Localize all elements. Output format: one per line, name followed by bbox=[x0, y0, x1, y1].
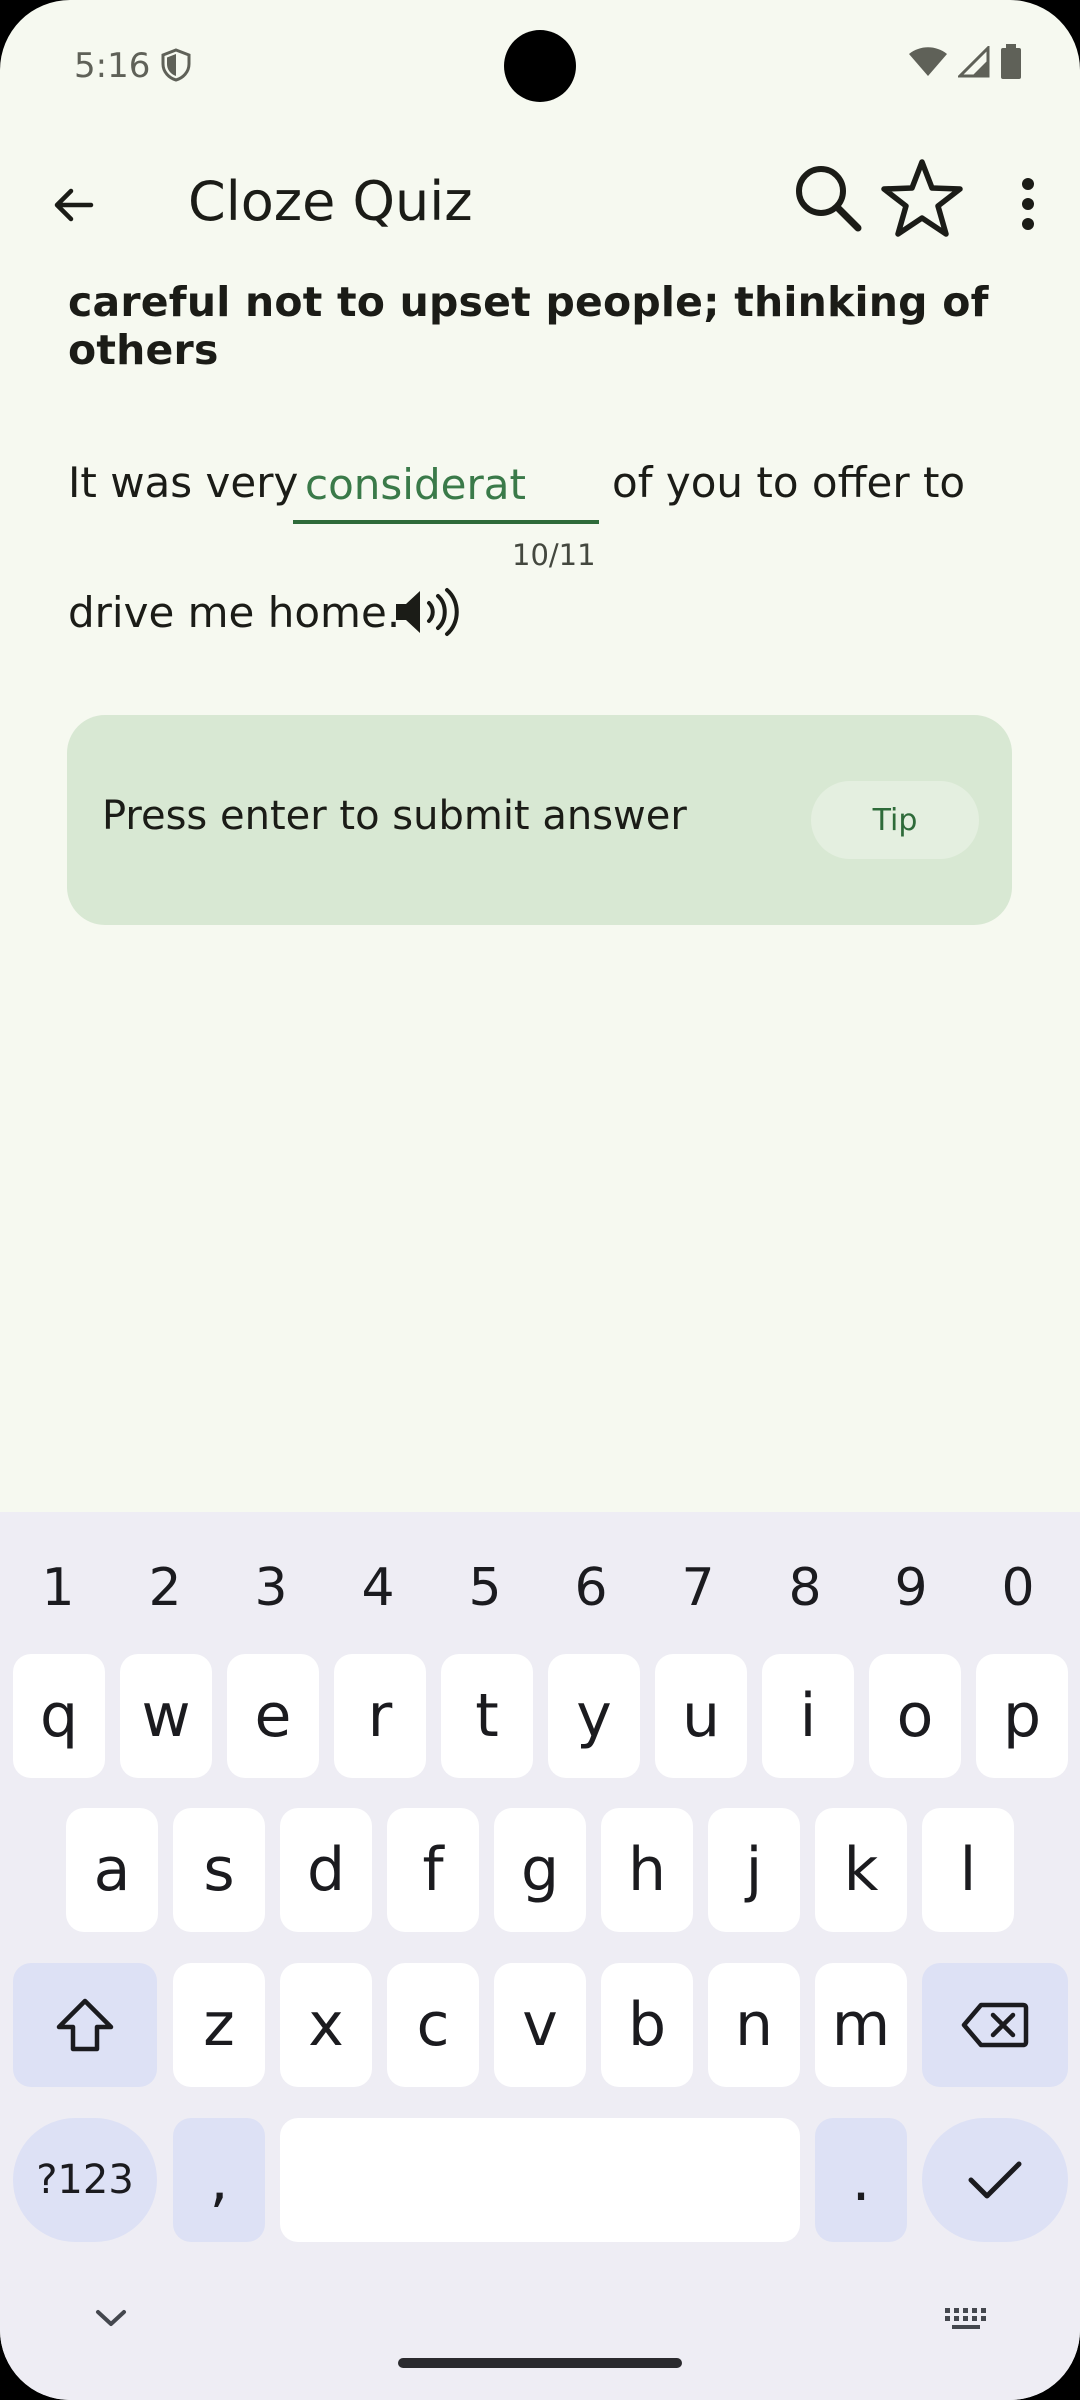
tip-message: Press enter to submit answer bbox=[102, 793, 687, 839]
key-m[interactable]: m bbox=[815, 1963, 907, 2087]
keyboard: 1 2 3 4 5 6 7 8 9 0 q w e r t y u i o p … bbox=[0, 1512, 1080, 2400]
hide-keyboard-button[interactable] bbox=[92, 2306, 130, 2335]
key-b[interactable]: b bbox=[601, 1963, 693, 2087]
shield-icon bbox=[160, 48, 192, 87]
key-9[interactable]: 9 bbox=[861, 1558, 961, 1618]
camera-cutout bbox=[504, 30, 576, 102]
period-key[interactable]: . bbox=[815, 2118, 907, 2242]
sentence-after: of you to offer to bbox=[612, 458, 966, 507]
battery-icon bbox=[1000, 44, 1022, 85]
key-q[interactable]: q bbox=[13, 1654, 105, 1778]
key-d[interactable]: d bbox=[280, 1808, 372, 1932]
key-u[interactable]: u bbox=[655, 1654, 747, 1778]
arrow-back-icon bbox=[54, 188, 94, 222]
key-h[interactable]: h bbox=[601, 1808, 693, 1932]
answer-input[interactable] bbox=[293, 448, 599, 524]
back-button[interactable] bbox=[40, 172, 106, 238]
wifi-icon bbox=[908, 46, 948, 83]
key-f[interactable]: f bbox=[387, 1808, 479, 1932]
key-0[interactable]: 0 bbox=[968, 1558, 1068, 1618]
key-g[interactable]: g bbox=[494, 1808, 586, 1932]
key-x[interactable]: x bbox=[280, 1963, 372, 2087]
sentence-end: drive me home. bbox=[68, 588, 401, 637]
key-7[interactable]: 7 bbox=[648, 1558, 748, 1618]
key-k[interactable]: k bbox=[815, 1808, 907, 1932]
definition-text: careful not to upset people; thinking of… bbox=[68, 278, 989, 374]
signal-icon bbox=[956, 44, 990, 83]
key-i[interactable]: i bbox=[762, 1654, 854, 1778]
status-time: 5:16 bbox=[74, 46, 151, 86]
key-6[interactable]: 6 bbox=[541, 1558, 641, 1618]
key-z[interactable]: z bbox=[173, 1963, 265, 2087]
backspace-icon bbox=[961, 2002, 1029, 2048]
key-n[interactable]: n bbox=[708, 1963, 800, 2087]
search-icon bbox=[796, 166, 862, 232]
sentence-before: It was very bbox=[68, 458, 299, 507]
char-counter: 10/11 bbox=[512, 538, 596, 572]
check-icon bbox=[968, 2161, 1022, 2199]
key-c[interactable]: c bbox=[387, 1963, 479, 2087]
key-a[interactable]: a bbox=[66, 1808, 158, 1932]
key-v[interactable]: v bbox=[494, 1963, 586, 2087]
backspace-key[interactable] bbox=[922, 1963, 1068, 2087]
space-key[interactable] bbox=[280, 2118, 800, 2242]
key-t[interactable]: t bbox=[441, 1654, 533, 1778]
key-j[interactable]: j bbox=[708, 1808, 800, 1932]
favorite-button[interactable] bbox=[880, 156, 964, 240]
more-vert-icon bbox=[1022, 178, 1034, 230]
key-p[interactable]: p bbox=[976, 1654, 1068, 1778]
key-4[interactable]: 4 bbox=[328, 1558, 428, 1618]
home-indicator[interactable] bbox=[398, 2358, 682, 2368]
key-l[interactable]: l bbox=[922, 1808, 1014, 1932]
volume-icon bbox=[396, 588, 459, 636]
keyboard-switch-button[interactable] bbox=[944, 2306, 990, 2337]
key-y[interactable]: y bbox=[548, 1654, 640, 1778]
key-8[interactable]: 8 bbox=[755, 1558, 855, 1618]
keyboard-icon bbox=[945, 2308, 986, 2329]
more-options-button[interactable] bbox=[1000, 168, 1056, 240]
play-audio-button[interactable] bbox=[394, 584, 466, 640]
key-2[interactable]: 2 bbox=[115, 1558, 215, 1618]
key-e[interactable]: e bbox=[227, 1654, 319, 1778]
chevron-down-icon bbox=[96, 2310, 126, 2326]
status-icons bbox=[908, 44, 1022, 85]
app-screen: 5:16 Cloze Quiz careful not to upset peo… bbox=[0, 0, 1080, 2400]
key-w[interactable]: w bbox=[120, 1654, 212, 1778]
key-5[interactable]: 5 bbox=[435, 1558, 535, 1618]
key-1[interactable]: 1 bbox=[8, 1558, 108, 1618]
shift-icon bbox=[56, 1998, 114, 2052]
key-s[interactable]: s bbox=[173, 1808, 265, 1932]
star-outline-icon bbox=[881, 159, 963, 237]
shift-key[interactable] bbox=[13, 1963, 157, 2087]
enter-key[interactable] bbox=[922, 2118, 1068, 2242]
search-button[interactable] bbox=[788, 158, 868, 238]
tip-button[interactable]: Tip bbox=[811, 781, 979, 859]
symbols-key[interactable]: ?123 bbox=[13, 2118, 157, 2242]
key-r[interactable]: r bbox=[334, 1654, 426, 1778]
key-o[interactable]: o bbox=[869, 1654, 961, 1778]
comma-key[interactable]: , bbox=[173, 2118, 265, 2242]
tip-card: Press enter to submit answer Tip bbox=[67, 715, 1012, 925]
key-3[interactable]: 3 bbox=[221, 1558, 321, 1618]
number-row: 1 2 3 4 5 6 7 8 9 0 bbox=[0, 1538, 1080, 1634]
status-bar: 5:16 bbox=[0, 0, 1080, 130]
page-title: Cloze Quiz bbox=[188, 170, 473, 233]
app-bar: Cloze Quiz bbox=[0, 150, 1080, 260]
keyboard-bottom-bar bbox=[0, 2280, 1080, 2400]
